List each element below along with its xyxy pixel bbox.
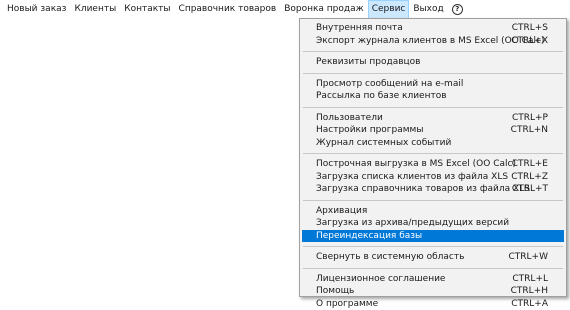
menu-item[interactable]: Загрузка из архива/предыдущих версий: [302, 217, 564, 230]
menu-item[interactable]: Архивация: [302, 205, 564, 218]
menu-separator: [303, 51, 563, 52]
menu-item-label: Свернуть в системную область: [316, 251, 464, 264]
menu-item-shortcut: CTRL+E: [512, 158, 548, 171]
menu-item[interactable]: Лицензионное соглашение CTRL+L: [302, 273, 564, 286]
menu-separator: [303, 73, 563, 74]
menu-item[interactable]: Пользователи CTRL+P: [302, 112, 564, 125]
menu-separator: [303, 107, 563, 108]
menu-new-order[interactable]: Новый заказ: [3, 0, 70, 19]
menu-products-catalog[interactable]: Справочник товаров: [175, 0, 281, 19]
menu-item-label: Помощь: [316, 285, 354, 298]
menu-separator: [303, 153, 563, 154]
menu-item[interactable]: Загрузка справочника товаров из файла XL…: [302, 183, 564, 196]
menu-separator: [303, 246, 563, 247]
menu-separator: [303, 268, 563, 269]
menu-item[interactable]: Помощь CTRL+H: [302, 285, 564, 298]
menu-item-label: Переиндексация базы: [316, 230, 422, 243]
menu-item-label: Построчная выгрузка в MS Excel (OO Calc): [316, 158, 516, 171]
menu-item-label: Лицензионное соглашение: [316, 273, 445, 286]
menu-item[interactable]: Реквизиты продавцов: [302, 56, 564, 69]
menu-item-label: Экспорт журнала клиентов в MS Excel (OO …: [316, 35, 544, 48]
menu-item[interactable]: Экспорт журнала клиентов в MS Excel (OO …: [302, 35, 564, 48]
menu-item-shortcut: CTRL+T: [512, 183, 548, 196]
menu-separator: [303, 200, 563, 201]
menu-item-label: Загрузка списка клиентов из файла XLS: [316, 171, 508, 184]
service-dropdown-menu: Внутренняя почта CTRL+SЭкспорт журнала кл…: [299, 18, 567, 297]
menu-item[interactable]: Свернуть в системную область CTRL+W: [302, 251, 564, 264]
menu-item-shortcut: CTRL+H: [511, 285, 548, 298]
menu-item[interactable]: Просмотр сообщений на e-mail: [302, 78, 564, 91]
menu-item-shortcut: CTRL+L: [512, 273, 548, 286]
menu-item-label: Просмотр сообщений на e-mail: [316, 78, 463, 91]
menu-item-shortcut: CTRL+A: [511, 298, 548, 310]
menu-service[interactable]: Сервис: [368, 0, 410, 19]
menu-item[interactable]: О программе CTRL+A: [302, 298, 564, 310]
menu-sales-funnel[interactable]: Воронка продаж: [280, 0, 368, 19]
menu-item-label: Настройки программы: [316, 124, 423, 137]
menu-item-label: Внутренняя почта: [316, 22, 403, 35]
menu-item-shortcut: CTRL+Z: [511, 171, 548, 184]
menu-clients[interactable]: Клиенты: [70, 0, 120, 19]
menu-item-label: Загрузка из архива/предыдущих версий: [316, 217, 509, 230]
menu-item-shortcut: CTRL+W: [509, 251, 549, 264]
menu-item-shortcut: CTRL+S: [512, 22, 548, 35]
help-circle-icon: ?: [452, 4, 463, 15]
menu-item-label: Реквизиты продавцов: [316, 56, 420, 69]
menu-item[interactable]: Настройки программы CTRL+N: [302, 124, 564, 137]
menu-item[interactable]: Внутренняя почта CTRL+S: [302, 22, 564, 35]
menu-item[interactable]: Журнал системных событий: [302, 137, 564, 150]
menu-item-shortcut: CTRL+X: [511, 35, 548, 48]
menu-contacts[interactable]: Контакты: [120, 0, 174, 19]
menu-item[interactable]: Переиндексация базы: [302, 230, 564, 243]
menu-exit[interactable]: Выход: [409, 0, 447, 19]
menu-item-shortcut: CTRL+N: [511, 124, 548, 137]
menu-item-label: Архивация: [316, 205, 367, 218]
menu-bar: Новый заказ Клиенты Контакты Справочник …: [0, 0, 570, 19]
menu-item[interactable]: Рассылка по базе клиентов: [302, 90, 564, 103]
menu-item[interactable]: Загрузка списка клиентов из файла XLSCTR…: [302, 171, 564, 184]
menu-item-label: Журнал системных событий: [316, 137, 451, 150]
menu-item-label: Загрузка справочника товаров из файла XL…: [316, 183, 530, 196]
menu-item-label: Пользователи: [316, 112, 383, 125]
menu-item-label: Рассылка по базе клиентов: [316, 90, 447, 103]
menu-item-shortcut: CTRL+P: [512, 112, 548, 125]
menu-item[interactable]: Построчная выгрузка в MS Excel (OO Calc)…: [302, 158, 564, 171]
menu-item-label: О программе: [316, 298, 378, 310]
help-button[interactable]: ?: [448, 0, 467, 19]
